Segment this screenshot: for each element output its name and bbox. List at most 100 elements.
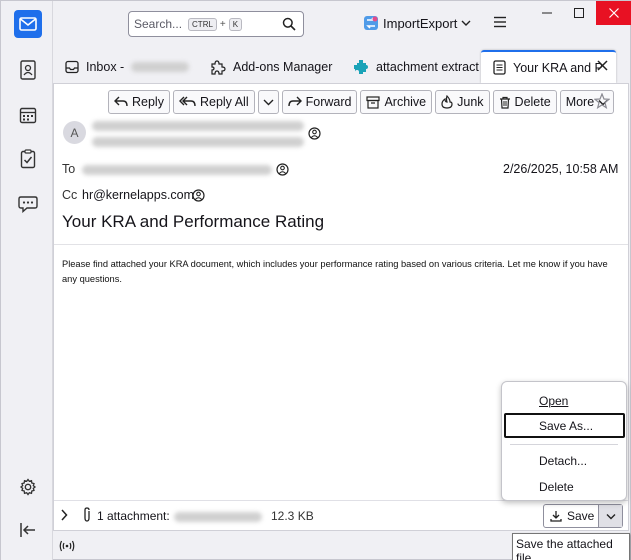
thunderbird-window: Search... CTRL + K ImportExport Inbox - — [0, 0, 631, 560]
account-name: ImportExport — [383, 15, 458, 31]
account-selector[interactable]: ImportExport — [363, 15, 471, 31]
redacted-sender-name — [92, 121, 304, 131]
menu-item-open[interactable]: Open — [504, 388, 625, 413]
tab-label: Your KRA and P — [513, 60, 603, 75]
message-subject: Your KRA and Performance Rating — [62, 212, 325, 231]
delete-button[interactable]: Delete — [492, 90, 557, 114]
gear-icon — [19, 478, 37, 496]
menu-item-delete[interactable]: Delete — [504, 474, 625, 499]
junk-flame-icon — [441, 95, 453, 109]
reply-button[interactable]: Reply — [108, 90, 170, 114]
minimize-button[interactable] — [531, 1, 563, 25]
reply-icon — [114, 96, 128, 107]
save-attachment-split-button: Save — [543, 504, 623, 528]
contact-icon[interactable] — [276, 163, 289, 176]
message-body: Please find attached your KRA document, … — [62, 259, 608, 284]
cc-recipient[interactable]: hr@kernelapps.com — [82, 188, 194, 202]
collapse-spaces-button[interactable] — [14, 516, 42, 544]
save-attachment-button[interactable]: Save — [544, 509, 598, 523]
more-label: More — [565, 95, 595, 109]
address-book-button[interactable] — [14, 56, 42, 84]
maximize-button[interactable] — [563, 1, 595, 25]
redacted-attachment-name[interactable] — [174, 512, 262, 522]
tab-label: attachment extract — [376, 59, 479, 74]
search-placeholder: Search... — [134, 17, 183, 31]
star-button[interactable] — [593, 92, 611, 112]
tab-strip: Inbox - Add-ons Manager attachment extra… — [53, 50, 630, 83]
hamburger-icon — [494, 16, 506, 28]
shortcut-plus: + — [219, 18, 226, 30]
save-options-dropdown[interactable] — [598, 505, 622, 527]
message-date: 2/26/2025, 10:58 AM — [503, 162, 619, 176]
attachment-toggle[interactable] — [60, 509, 68, 524]
tab-attachment-extractor[interactable]: attachment extract — [341, 50, 481, 83]
search-icon — [282, 17, 296, 31]
paperclip-icon — [84, 507, 90, 522]
menu-separator — [510, 444, 618, 445]
import-export-addon-icon — [364, 16, 378, 30]
menu-item-save-as-label: Save As... — [539, 418, 594, 433]
close-icon — [609, 8, 619, 18]
redacted-recipient — [82, 165, 272, 175]
cc-label: Cc — [62, 188, 78, 202]
chat-button[interactable] — [14, 190, 42, 218]
download-icon — [550, 511, 562, 522]
chevron-down-icon — [461, 20, 471, 26]
tab-addons-manager[interactable]: Add-ons Manager — [198, 50, 338, 83]
contact-icon[interactable] — [308, 127, 321, 140]
tasks-button[interactable] — [14, 145, 42, 173]
close-tab-button[interactable] — [597, 60, 608, 74]
addon-icon — [354, 59, 368, 74]
save-options-menu: Open Save As... Detach... Delete — [501, 381, 627, 501]
status-bar: Save the attached file — [53, 531, 630, 560]
close-window-button[interactable] — [596, 1, 631, 25]
forward-icon — [287, 96, 302, 107]
header-divider — [54, 244, 628, 245]
chevron-down-icon — [606, 513, 616, 519]
search-input[interactable]: Search... CTRL + K — [128, 11, 304, 37]
maximize-icon — [574, 8, 584, 18]
puzzle-icon — [211, 59, 226, 75]
menu-item-detach[interactable]: Detach... — [504, 448, 625, 473]
redacted-account-name — [131, 61, 190, 72]
trash-icon — [499, 96, 510, 109]
tab-label: Add-ons Manager — [233, 59, 333, 74]
reply-all-label: Reply All — [199, 95, 249, 109]
mail-icon — [19, 17, 37, 31]
tab-message[interactable]: Your KRA and P — [481, 50, 616, 83]
minimize-icon — [542, 12, 552, 14]
star-icon — [593, 92, 611, 110]
chevron-down-icon — [263, 99, 274, 106]
sender-avatar: A — [63, 121, 86, 144]
tasks-icon — [20, 149, 36, 169]
online-status-icon[interactable] — [59, 538, 75, 552]
menu-item-save-as[interactable]: Save As... — [504, 413, 625, 438]
chevron-right-icon — [61, 509, 68, 521]
reply-all-button[interactable]: Reply All — [172, 90, 255, 114]
menu-item-open-label: Open — [539, 393, 569, 408]
forward-label: Forward — [305, 95, 352, 109]
spaces-toolbar — [1, 1, 53, 560]
to-label: To — [62, 162, 76, 176]
collapse-left-icon — [20, 523, 35, 537]
mail-space-button[interactable] — [14, 10, 42, 38]
message-icon — [493, 60, 506, 75]
attachment-bar: 1 attachment: 12.3 KB Save — [54, 500, 628, 530]
chat-icon — [18, 196, 38, 213]
attachment-summary: 1 attachment: — [97, 509, 170, 523]
title-bar: Search... CTRL + K ImportExport — [53, 1, 631, 47]
message-header-toolbar: Reply Reply All Forward Archive Junk Del… — [108, 90, 615, 114]
tab-inbox[interactable]: Inbox - — [53, 50, 195, 83]
delete-label: Delete — [514, 95, 551, 109]
app-menu-button[interactable] — [493, 16, 507, 31]
settings-button[interactable] — [14, 473, 42, 501]
calendar-icon — [19, 107, 37, 124]
archive-icon — [366, 95, 381, 109]
calendar-button[interactable] — [14, 101, 42, 129]
contact-icon[interactable] — [192, 189, 205, 202]
reply-all-dropdown[interactable] — [257, 90, 279, 114]
archive-button[interactable]: Archive — [360, 90, 433, 114]
junk-button[interactable]: Junk — [435, 90, 490, 114]
forward-button[interactable]: Forward — [281, 90, 358, 114]
shortcut-key-ctrl: CTRL — [188, 17, 217, 31]
